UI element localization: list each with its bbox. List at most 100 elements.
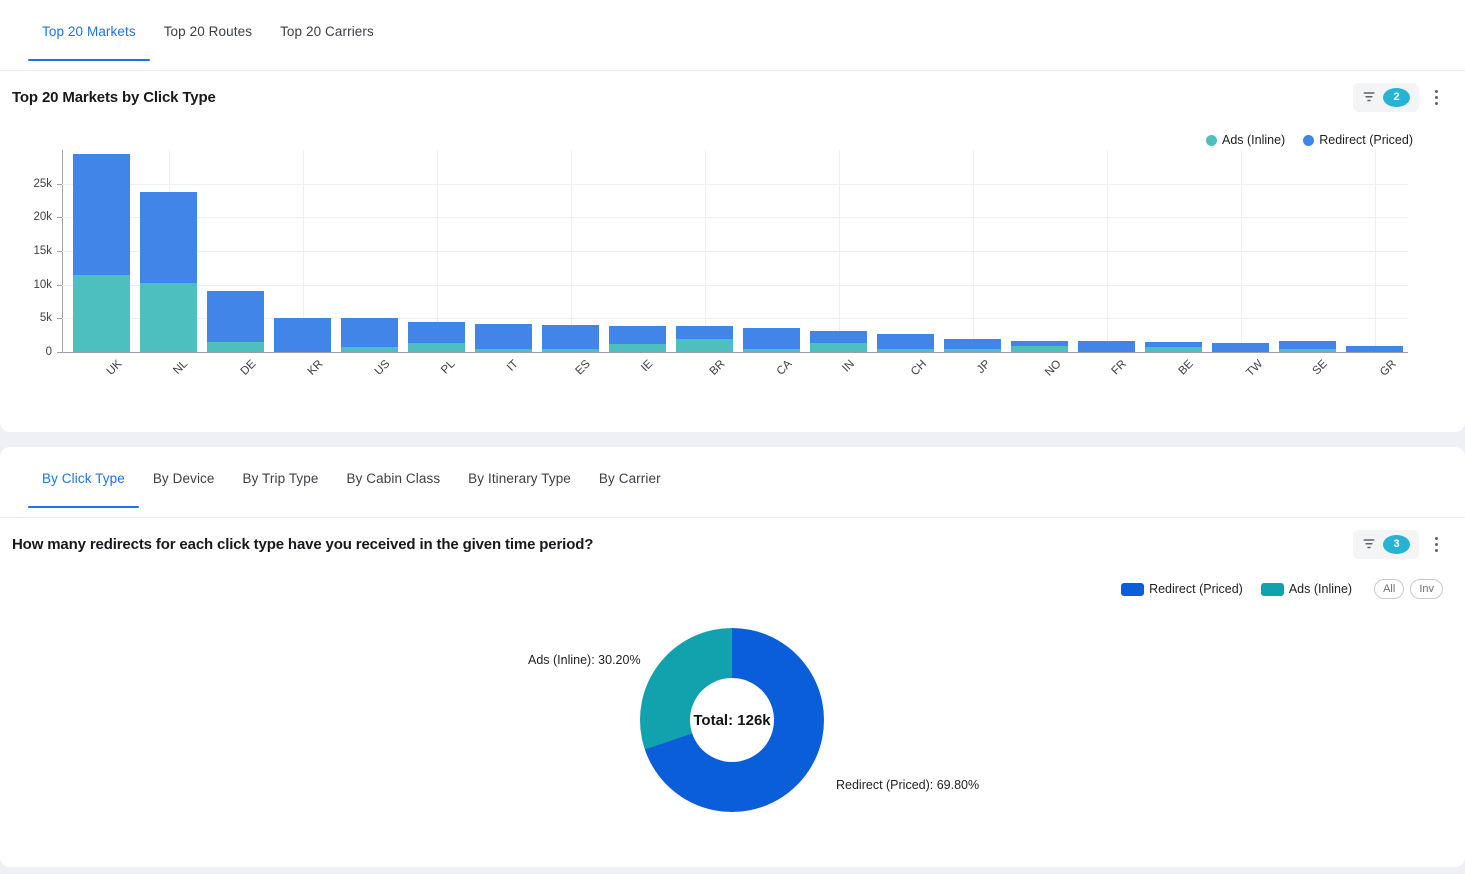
legend-item[interactable]: Redirect (Priced) <box>1121 582 1243 596</box>
bar-segment-ads-inline[interactable] <box>341 347 398 352</box>
bar-segment-redirect-priced[interactable] <box>475 324 532 350</box>
bar-chart-legend: Ads (Inline) Redirect (Priced) <box>1205 133 1413 147</box>
bar-segment-ads-inline[interactable] <box>743 349 800 352</box>
legend-item[interactable]: Redirect (Priced) <box>1303 133 1413 147</box>
filter-count-badge: 3 <box>1383 534 1410 554</box>
tab-by-cabin-class[interactable]: By Cabin Class <box>332 447 454 508</box>
bar-group[interactable] <box>1279 341 1336 352</box>
legend-pill-all[interactable]: All <box>1374 579 1405 600</box>
bar-segment-ads-inline[interactable] <box>1145 347 1202 352</box>
tab-by-trip-type[interactable]: By Trip Type <box>229 447 333 508</box>
tab-label: By Cabin Class <box>346 471 441 486</box>
bar-group[interactable] <box>475 324 532 352</box>
bar-segment-ads-inline[interactable] <box>207 341 264 352</box>
bar-segment-ads-inline[interactable] <box>408 342 465 352</box>
bar-segment-redirect-priced[interactable] <box>542 325 599 350</box>
y-axis-tick-label: 20k <box>33 211 52 224</box>
y-axis-tick-label: 5k <box>39 312 52 325</box>
funnel-icon <box>1362 537 1376 551</box>
bar-segment-ads-inline[interactable] <box>810 342 867 352</box>
bar-group[interactable] <box>676 326 733 352</box>
bar-segment-redirect-priced[interactable] <box>140 191 197 283</box>
legend-item[interactable]: Ads (Inline) <box>1205 133 1285 147</box>
x-axis-tick-label: IT <box>504 358 521 374</box>
bar-segment-ads-inline[interactable] <box>140 282 197 352</box>
bar-segment-ads-inline[interactable] <box>944 349 1001 352</box>
tab-by-click-type[interactable]: By Click Type <box>28 447 139 508</box>
x-axis-tick-label: BR <box>707 358 727 378</box>
donut-slice-label-ads: Ads (Inline): 30.20% <box>528 653 641 667</box>
bar-group[interactable] <box>1078 341 1135 352</box>
bar-segment-ads-inline[interactable] <box>73 275 130 352</box>
bar-segment-redirect-priced[interactable] <box>944 338 1001 350</box>
bar-segment-redirect-priced[interactable] <box>810 331 867 343</box>
bar-segment-redirect-priced[interactable] <box>877 333 934 349</box>
bar-group[interactable] <box>408 321 465 352</box>
kebab-menu-icon[interactable] <box>1425 84 1447 110</box>
legend-item[interactable]: Ads (Inline) <box>1260 582 1352 596</box>
bar-chart-plot-area: UK NL DE KR US PL IT ES IE BR CA IN CH JP NO FR BE TW SE GR <box>62 150 1408 379</box>
bar-group[interactable] <box>542 325 599 352</box>
markets-tabbar: Top 20 Markets Top 20 Routes Top 20 Carrie… <box>0 0 1465 71</box>
bar-segment-redirect-priced[interactable] <box>743 327 800 350</box>
bar-segment-redirect-priced[interactable] <box>1346 345 1403 352</box>
bar-segment-ads-inline[interactable] <box>475 349 532 352</box>
kebab-menu-icon[interactable] <box>1425 531 1447 557</box>
bar-group[interactable] <box>609 326 666 352</box>
tab-by-device[interactable]: By Device <box>139 447 229 508</box>
bar-segment-redirect-priced[interactable] <box>676 326 733 340</box>
bar-group[interactable] <box>73 154 130 352</box>
bar-group[interactable] <box>274 318 331 352</box>
bar-group[interactable] <box>743 327 800 352</box>
markets-panel: Top 20 Markets Top 20 Routes Top 20 Carrie… <box>0 0 1465 432</box>
donut-slice-label-redirect: Redirect (Priced): 69.80% <box>836 778 980 792</box>
bar-group[interactable] <box>877 333 934 352</box>
kebab-dot <box>1434 89 1438 93</box>
bar-segment-redirect-priced[interactable] <box>1078 341 1135 352</box>
bar-chart-y-axis: 0 5k 10k 15k 20k 25k <box>0 150 62 358</box>
kebab-dot <box>1434 548 1438 552</box>
bar-group[interactable] <box>944 338 1001 352</box>
y-axis-tick-label: 15k <box>33 245 52 257</box>
bar-segment-redirect-priced[interactable] <box>1279 341 1336 349</box>
x-axis-tick-label: UK <box>104 358 124 378</box>
bar-segment-ads-inline[interactable] <box>877 348 934 352</box>
legend-pill-inv[interactable]: Inv <box>1410 579 1443 600</box>
bar-group[interactable] <box>1212 343 1269 352</box>
bar-segment-redirect-priced[interactable] <box>408 321 465 343</box>
filter-button[interactable]: 3 <box>1353 529 1419 559</box>
donut-ring[interactable]: Total: 126k <box>640 628 824 812</box>
bar-group[interactable] <box>810 331 867 352</box>
bar-segment-redirect-priced[interactable] <box>274 318 331 352</box>
bar-segment-redirect-priced[interactable] <box>341 318 398 348</box>
bar-segment-redirect-priced[interactable] <box>207 291 264 342</box>
legend-label: Redirect (Priced) <box>1319 133 1413 147</box>
bar-segment-ads-inline[interactable] <box>542 349 599 352</box>
bar-group[interactable] <box>207 291 264 352</box>
bar-segment-ads-inline[interactable] <box>1279 348 1336 352</box>
bar-group[interactable] <box>140 191 197 352</box>
tab-top-20-routes[interactable]: Top 20 Routes <box>150 0 266 61</box>
bar-group[interactable] <box>1011 341 1068 352</box>
x-axis-tick-label: CA <box>774 358 794 378</box>
x-axis-tick-label: DE <box>238 358 258 378</box>
bar-group[interactable] <box>1346 345 1403 352</box>
donut-chart: Total: 126k Ads (Inline): 30.20% Redirec… <box>0 608 1465 838</box>
filter-button[interactable]: 2 <box>1353 82 1419 112</box>
bar-segment-ads-inline[interactable] <box>609 343 666 352</box>
bar-segment-ads-inline[interactable] <box>1011 345 1068 352</box>
bar-segment-redirect-priced[interactable] <box>1212 343 1269 352</box>
x-axis-tick-label: IN <box>839 358 857 375</box>
tab-top-20-markets[interactable]: Top 20 Markets <box>28 0 150 61</box>
tab-label: By Trip Type <box>242 471 319 486</box>
bar-segment-ads-inline[interactable] <box>676 339 733 352</box>
bar-group[interactable] <box>341 318 398 352</box>
tab-by-itinerary-type[interactable]: By Itinerary Type <box>454 447 585 508</box>
bar-segment-redirect-priced[interactable] <box>73 154 130 276</box>
x-axis-tick-label: BE <box>1175 358 1196 378</box>
bar-segment-redirect-priced[interactable] <box>609 326 666 344</box>
tab-by-carrier[interactable]: By Carrier <box>585 447 675 508</box>
bar-group[interactable] <box>1145 341 1202 352</box>
gridline-horizontal <box>62 251 1408 252</box>
tab-top-20-carriers[interactable]: Top 20 Carriers <box>266 0 388 61</box>
